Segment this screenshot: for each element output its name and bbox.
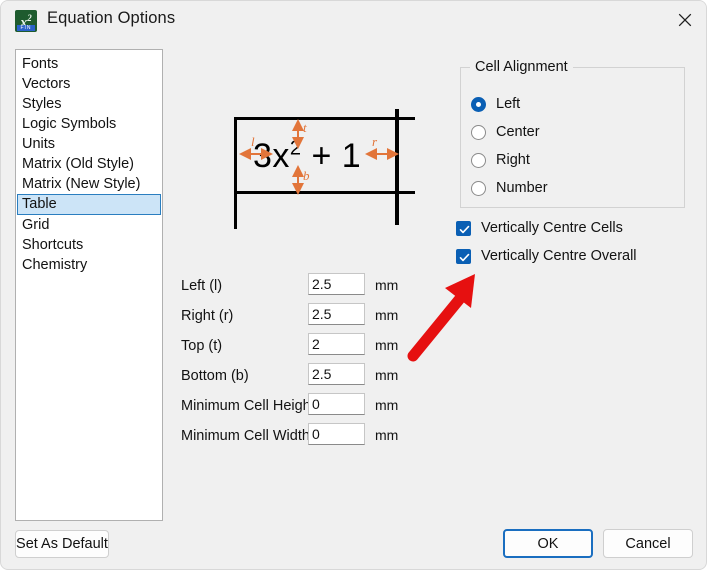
list-item[interactable]: Fonts [17,54,161,74]
checkbox-indicator[interactable] [456,220,471,236]
preview-bottom-rule [234,191,415,194]
checkbox-label: Vertically Centre Overall [481,248,637,264]
radio-label: Left [496,96,521,112]
field-row-bottom: Bottom (b) mm [181,363,401,393]
field-unit: mm [375,307,399,323]
margin-label-left: l [251,134,255,149]
cell-alignment-legend: Cell Alignment [470,59,573,75]
radio-option-right[interactable]: Right [471,152,530,168]
equation-tail: + 1 [301,137,362,175]
field-label: Minimum Cell Width [181,428,310,444]
margin-label-bottom: b [303,168,310,183]
min-cell-width-input[interactable] [308,423,365,445]
list-item[interactable]: Vectors [17,74,161,94]
field-label: Right (r) [181,308,234,324]
radio-indicator-center[interactable] [471,124,486,140]
field-label: Top (t) [181,338,223,354]
field-unit: mm [375,337,399,353]
right-margin-input[interactable] [308,303,365,325]
field-unit: mm [375,367,399,383]
field-row-min-cell-width: Minimum Cell Width mm [181,423,401,453]
left-margin-input[interactable] [308,273,365,295]
margin-label-top: t [303,120,307,135]
radio-option-number[interactable]: Number [471,180,548,196]
field-unit: mm [375,427,399,443]
category-list[interactable]: Fonts Vectors Styles Logic Symbols Units… [15,49,163,521]
list-item-selected[interactable]: Table [17,194,161,215]
preview-left-rule [234,117,237,229]
window-title: Equation Options [47,9,176,27]
checkbox-vertically-centre-overall[interactable]: Vertically Centre Overall [456,248,637,264]
list-item[interactable]: Grid [17,215,161,235]
top-margin-input[interactable] [308,333,365,355]
equation-options-dialog: x2 FIN Equation Options Fonts Vectors St… [0,0,707,570]
list-item[interactable]: Logic Symbols [17,114,161,134]
list-item[interactable]: Matrix (Old Style) [17,154,161,174]
field-row-top: Top (t) mm [181,333,401,363]
preview-top-rule [234,117,415,120]
app-icon-badge: FIN [17,25,35,31]
field-label: Minimum Cell Height [181,398,315,414]
list-item[interactable]: Matrix (New Style) [17,174,161,194]
field-row-right: Right (r) mm [181,303,401,333]
radio-option-center[interactable]: Center [471,124,540,140]
check-icon [459,253,470,261]
field-row-left: Left (l) mm [181,273,401,303]
radio-indicator-left[interactable] [471,96,486,112]
radio-indicator-right[interactable] [471,152,486,168]
list-item[interactable]: Styles [17,94,161,114]
ok-button[interactable]: OK [503,529,593,558]
field-unit: mm [375,397,399,413]
radio-label: Center [496,124,540,140]
min-cell-height-input[interactable] [308,393,365,415]
margin-arrow-left [239,148,273,160]
list-item[interactable]: Units [17,134,161,154]
radio-indicator-number[interactable] [471,180,486,196]
title-bar: x2 FIN Equation Options [1,1,706,41]
field-unit: mm [375,277,399,293]
field-label: Bottom (b) [181,368,249,384]
field-row-min-cell-height: Minimum Cell Height mm [181,393,401,423]
margin-arrow-right [365,148,399,160]
checkbox-vertically-centre-cells[interactable]: Vertically Centre Cells [456,220,623,236]
radio-label: Number [496,180,548,196]
checkbox-indicator[interactable] [456,248,471,264]
checkbox-label: Vertically Centre Cells [481,220,623,236]
equation-app-icon: x2 FIN [15,10,37,32]
close-icon [678,13,692,27]
list-item[interactable]: Chemistry [17,255,161,275]
list-item[interactable]: Shortcuts [17,235,161,255]
preview-cell-divider [395,109,399,225]
field-label: Left (l) [181,278,223,294]
radio-label: Right [496,152,530,168]
margin-label-right: r [372,134,378,149]
cell-margins-form: Left (l) mm Right (r) mm Top (t) mm Bott… [181,273,401,453]
set-as-default-button[interactable]: Set As Default [15,530,109,558]
cancel-button[interactable]: Cancel [603,529,693,558]
radio-option-left[interactable]: Left [471,96,520,112]
table-cell-preview-diagram: 3x2 + 1 l r t b [229,107,415,233]
close-button[interactable] [662,1,706,39]
annotation-arrow-icon [407,274,475,362]
check-icon [459,225,470,233]
bottom-margin-input[interactable] [308,363,365,385]
